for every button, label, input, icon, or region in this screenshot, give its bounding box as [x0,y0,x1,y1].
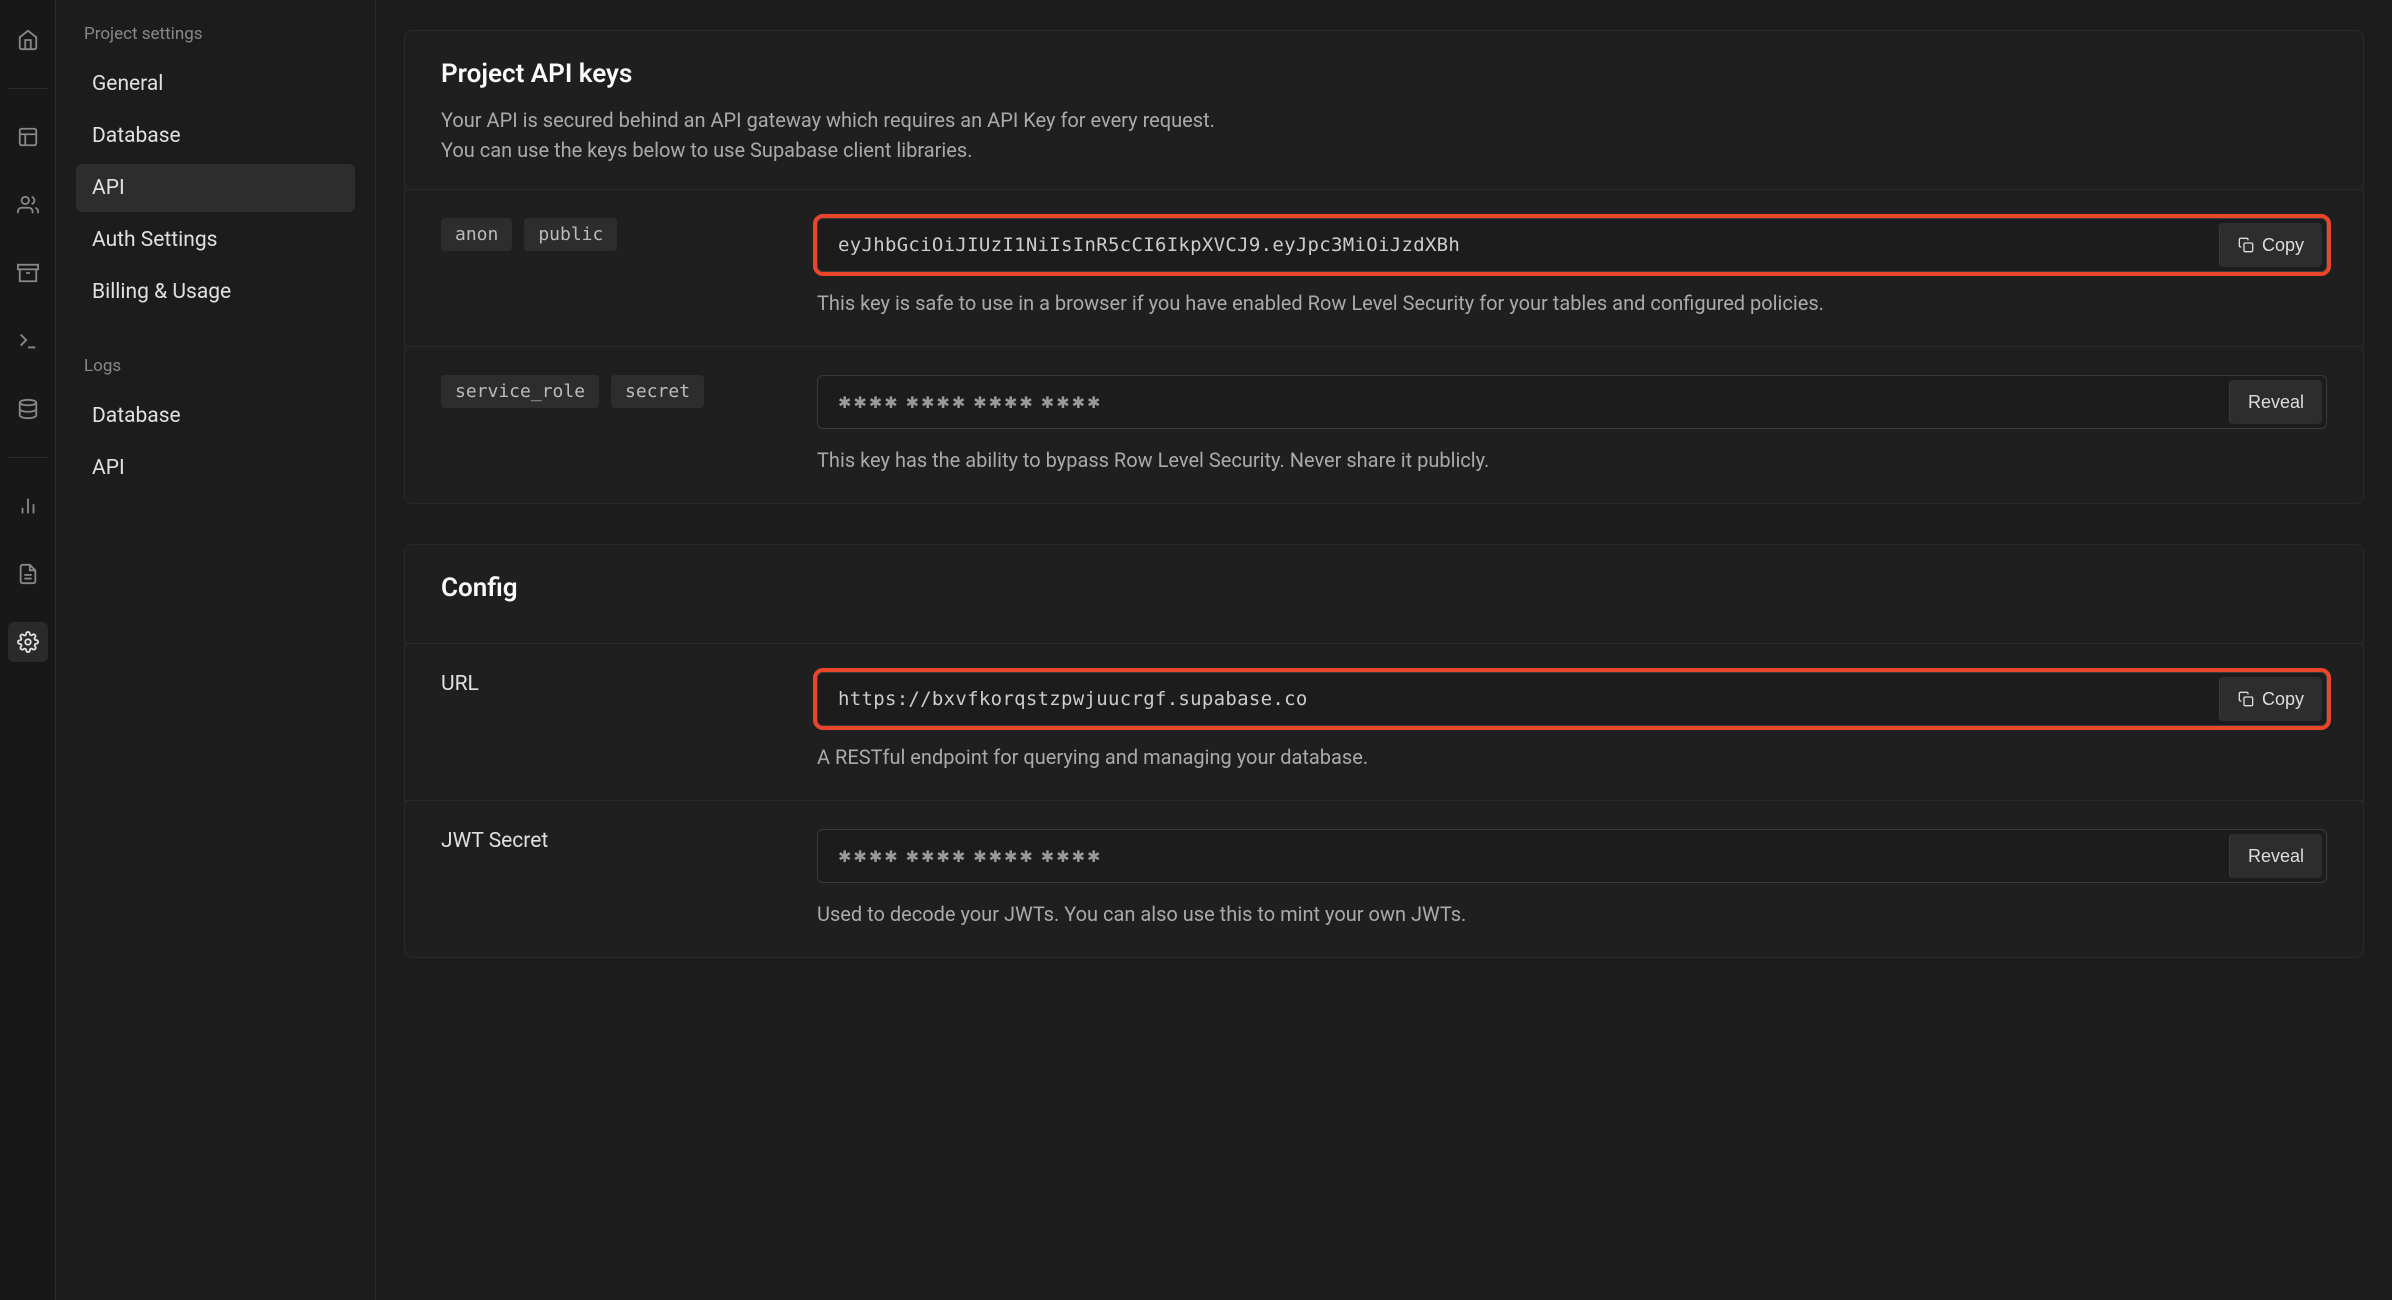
service-role-tags: service_role secret [441,375,777,475]
sidebar-section-title: Project settings [76,24,355,44]
config-title: Config [441,573,2327,603]
copy-icon [2238,237,2254,253]
docs-icon[interactable] [8,554,48,594]
sql-icon[interactable] [8,321,48,361]
home-icon[interactable] [8,20,48,60]
rail-divider [8,88,48,89]
service-role-value[interactable]: ✱✱✱✱ ✱✱✱✱ ✱✱✱✱ ✱✱✱✱ [818,376,2225,428]
url-right: https://bxvfkorqstzpwjuucrgf.supabase.co… [817,672,2327,772]
sidebar-section-logs: Logs Database API [76,356,355,492]
sidebar-item-database[interactable]: Database [76,112,355,160]
jwt-label: JWT Secret [441,829,777,853]
tag-anon: anon [441,218,512,251]
anon-key-copy-button[interactable]: Copy [2219,223,2322,267]
service-role-right: ✱✱✱✱ ✱✱✱✱ ✱✱✱✱ ✱✱✱✱ Reveal This key has … [817,375,2327,475]
service-role-row: service_role secret ✱✱✱✱ ✱✱✱✱ ✱✱✱✱ ✱✱✱✱ … [405,346,2363,503]
sidebar-item-billing[interactable]: Billing & Usage [76,268,355,316]
reports-icon[interactable] [8,486,48,526]
api-keys-header: Project API keys Your API is secured beh… [405,31,2363,189]
sidebar-section-title: Logs [76,356,355,376]
service-role-reveal-button[interactable]: Reveal [2229,380,2322,424]
main-content: Project API keys Your API is secured beh… [376,0,2392,1300]
settings-icon[interactable] [8,622,48,662]
url-label: URL [441,672,777,696]
anon-key-help: This key is safe to use in a browser if … [817,288,2327,318]
copy-icon [2238,691,2254,707]
jwt-right: ✱✱✱✱ ✱✱✱✱ ✱✱✱✱ ✱✱✱✱ Reveal Used to decod… [817,829,2327,929]
sidebar: Project settings General Database API Au… [56,0,376,1300]
url-row: URL https://bxvfkorqstzpwjuucrgf.supabas… [405,643,2363,800]
sidebar-section-project-settings: Project settings General Database API Au… [76,24,355,316]
jwt-row: JWT Secret ✱✱✱✱ ✱✱✱✱ ✱✱✱✱ ✱✱✱✱ Reveal Us… [405,800,2363,957]
tag-service-role: service_role [441,375,599,408]
anon-key-input-group: eyJhbGciOiJIUzI1NiIsInR5cCI6IkpXVCJ9.eyJ… [817,218,2327,272]
tag-public: public [524,218,617,251]
table-icon[interactable] [8,117,48,157]
api-keys-title: Project API keys [441,59,2327,89]
sidebar-item-logs-database[interactable]: Database [76,392,355,440]
sidebar-item-auth-settings[interactable]: Auth Settings [76,216,355,264]
storage-icon[interactable] [8,253,48,293]
sidebar-item-api[interactable]: API [76,164,355,212]
sidebar-item-general[interactable]: General [76,60,355,108]
jwt-label-wrap: JWT Secret [441,829,777,929]
anon-key-right: eyJhbGciOiJIUzI1NiIsInR5cCI6IkpXVCJ9.eyJ… [817,218,2327,318]
anon-key-value[interactable]: eyJhbGciOiJIUzI1NiIsInR5cCI6IkpXVCJ9.eyJ… [818,219,2215,271]
anon-key-row: anon public eyJhbGciOiJIUzI1NiIsInR5cCI6… [405,189,2363,346]
jwt-help: Used to decode your JWTs. You can also u… [817,899,2327,929]
auth-icon[interactable] [8,185,48,225]
tag-secret: secret [611,375,704,408]
service-role-input-group: ✱✱✱✱ ✱✱✱✱ ✱✱✱✱ ✱✱✱✱ Reveal [817,375,2327,429]
database-icon[interactable] [8,389,48,429]
jwt-input-group: ✱✱✱✱ ✱✱✱✱ ✱✱✱✱ ✱✱✱✱ Reveal [817,829,2327,883]
url-input-group: https://bxvfkorqstzpwjuucrgf.supabase.co… [817,672,2327,726]
jwt-reveal-button[interactable]: Reveal [2229,834,2322,878]
icon-rail [0,0,56,1300]
url-copy-button[interactable]: Copy [2219,677,2322,721]
api-keys-desc: Your API is secured behind an API gatewa… [441,105,2327,165]
api-keys-card: Project API keys Your API is secured beh… [404,30,2364,504]
url-value[interactable]: https://bxvfkorqstzpwjuucrgf.supabase.co [818,673,2215,725]
config-header: Config [405,545,2363,643]
rail-divider [8,457,48,458]
jwt-value[interactable]: ✱✱✱✱ ✱✱✱✱ ✱✱✱✱ ✱✱✱✱ [818,830,2225,882]
url-label-wrap: URL [441,672,777,772]
config-card: Config URL https://bxvfkorqstzpwjuucrgf.… [404,544,2364,958]
anon-key-tags: anon public [441,218,777,318]
url-help: A RESTful endpoint for querying and mana… [817,742,2327,772]
service-role-help: This key has the ability to bypass Row L… [817,445,2327,475]
sidebar-item-logs-api[interactable]: API [76,444,355,492]
